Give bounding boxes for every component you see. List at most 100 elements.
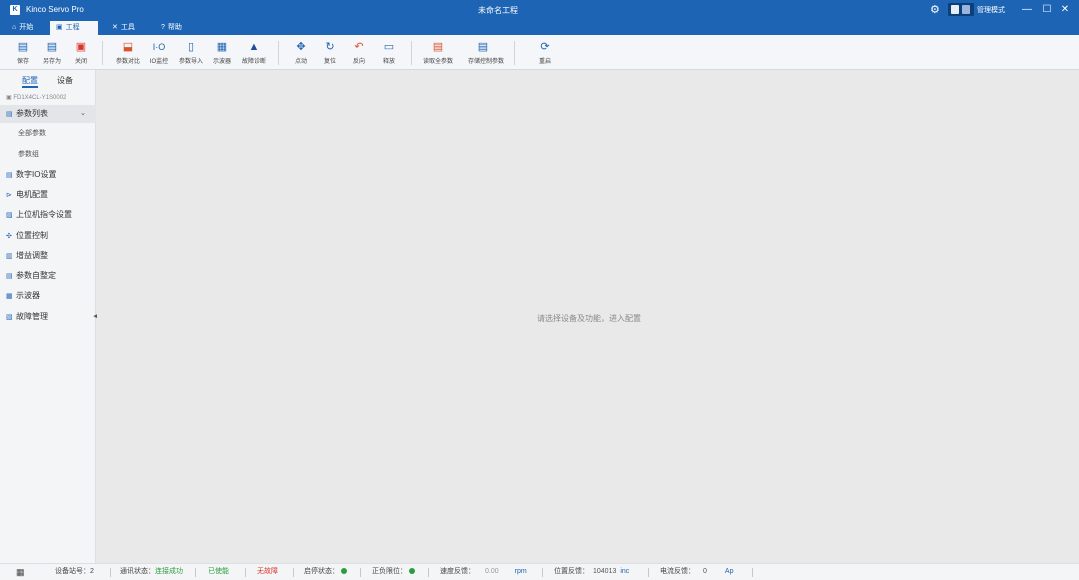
release-button[interactable]: ▭ 释放	[374, 40, 404, 65]
connection-value: 连接成功	[155, 568, 183, 575]
tab-project[interactable]: ▣ 工程	[50, 21, 98, 35]
settings-gear-icon[interactable]: ⚙	[930, 3, 940, 17]
current-unit: Ap	[724, 568, 734, 575]
close-project-button[interactable]: ▣ 关闭	[66, 40, 96, 65]
toolbar-divider	[102, 41, 103, 65]
sidebar-subitem-all-params[interactable]: 全部参数	[0, 125, 96, 143]
close-window-button[interactable]: ✕	[1058, 3, 1072, 17]
sidebar-item-label: 上位机指令设置	[16, 210, 72, 219]
param-compare-label: 参数对比	[115, 59, 140, 65]
io-settings-icon: ▤	[6, 172, 13, 179]
save-button[interactable]: ▤ 保存	[8, 40, 38, 65]
speed-value: 0.00	[485, 568, 499, 575]
release-icon: ▭	[383, 41, 395, 53]
io-monitor-button[interactable]: I·O IO监控	[144, 40, 174, 65]
limit-label: 正负限位：	[372, 568, 407, 575]
device-node[interactable]: ▣ FD1X4CL-Y1S0002	[6, 94, 66, 101]
maximize-button[interactable]: ☐	[1040, 3, 1054, 17]
project-icon: ▣	[56, 24, 63, 31]
title-bar: K Kinco Servo Pro 未命名工程 ⚙ 管理模式 — ☐ ✕	[0, 0, 1079, 20]
motor-icon: ⊳	[6, 192, 12, 199]
param-import-label: 参数导入	[178, 59, 203, 65]
restart-button[interactable]: ⟳ 重启	[530, 40, 560, 65]
run-status: 启停状态：	[304, 564, 347, 580]
warning-icon: ▲	[248, 41, 260, 53]
toolbar-divider	[278, 41, 279, 65]
sidebar-item-label: 参数列表	[16, 109, 48, 118]
document-title: 未命名工程	[478, 6, 518, 15]
position-unit: inc	[620, 568, 630, 575]
sidebar-item-digital-io[interactable]: ▤ 数字IO设置	[0, 166, 96, 184]
fault-icon: ▧	[6, 314, 13, 321]
tab-device[interactable]: 设备	[57, 75, 73, 86]
device-number-value: 2	[90, 568, 94, 575]
list-icon: ▤	[6, 111, 13, 118]
status-divider	[752, 568, 753, 577]
sidebar-item-fault-management[interactable]: ▧ 故障管理	[0, 308, 96, 326]
param-import-button[interactable]: ▯ 参数导入	[176, 40, 206, 65]
store-params-icon: ▤	[477, 41, 489, 53]
device-number-label: 设备站号：	[55, 568, 90, 575]
io-monitor-label: IO监控	[149, 59, 169, 65]
chevron-down-icon: ⌄	[80, 110, 86, 117]
jog-button[interactable]: ✥ 点动	[286, 40, 316, 65]
status-divider	[360, 568, 361, 577]
enabled-status: 已使能	[208, 568, 229, 575]
store-params-button[interactable]: ▤ 存储控制参数	[468, 40, 505, 65]
minimize-button[interactable]: —	[1020, 3, 1034, 17]
sidebar-item-label: 故障管理	[16, 312, 48, 321]
param-compare-button[interactable]: ⬓ 参数对比	[113, 40, 143, 65]
ribbon-toolbar: ▤ 保存 ▤ 另存为 ▣ 关闭 ⬓ 参数对比 I·O IO监控 ▯ 参数导入 ▦ 示波器 ▲ 故…	[0, 35, 1079, 70]
tab-help[interactable]: ? 帮助	[155, 21, 188, 35]
oscilloscope-icon: ▦	[6, 293, 13, 300]
sidebar-item-label: 位置控制	[16, 231, 48, 240]
save-as-button[interactable]: ▤ 另存为	[37, 40, 67, 65]
device-model: FD1X4CL-Y1S0002	[13, 95, 67, 101]
sidebar-item-oscilloscope[interactable]: ▦ 示波器	[0, 287, 96, 305]
read-params-button[interactable]: ▤ 读取全参数	[423, 40, 453, 65]
sidebar-item-param-list[interactable]: ▤ 参数列表 ⌄	[0, 105, 96, 123]
save-icon: ▤	[17, 41, 29, 53]
tools-icon: ✕	[112, 24, 118, 31]
tab-tools[interactable]: ✕ 工具	[106, 21, 141, 35]
tab-config[interactable]: 配置	[22, 75, 38, 86]
command-icon: ▨	[6, 212, 13, 219]
sidebar-item-auto-tune[interactable]: ▤ 参数自整定	[0, 267, 96, 285]
home-icon: ⌂	[12, 24, 17, 31]
release-label: 释放	[382, 59, 395, 65]
close-doc-icon: ▣	[75, 41, 87, 53]
compare-icon: ⬓	[122, 41, 134, 53]
device-status-icon: ▦	[16, 567, 25, 577]
current-feedback: 电流反馈： 0 Ap	[660, 564, 733, 580]
sidebar-item-motor-config[interactable]: ⊳ 电机配置	[0, 186, 96, 204]
user-mode-toggle[interactable]	[948, 3, 974, 16]
oscilloscope-button[interactable]: ▦ 示波器	[207, 40, 237, 65]
reset-button[interactable]: ↻ 复位	[315, 40, 345, 65]
sidebar-item-host-command[interactable]: ▨ 上位机指令设置	[0, 206, 96, 224]
app-logo-icon: K	[10, 5, 20, 15]
store-params-label: 存储控制参数	[468, 59, 505, 65]
status-divider	[648, 568, 649, 577]
sidebar-item-gain-tuning[interactable]: ▥ 增益调整	[0, 247, 96, 265]
tab-label: 工程	[65, 24, 80, 31]
connection-status: 通讯状态：连接成功	[120, 564, 183, 580]
jog-label: 点动	[294, 59, 307, 65]
tab-start[interactable]: ⌂ 开始	[6, 21, 39, 35]
fault-diag-button[interactable]: ▲ 故障诊断	[239, 40, 269, 65]
sidebar-item-label: 电机配置	[16, 190, 48, 199]
status-bar: ▦ 设备站号：2 通讯状态：连接成功 已使能 无故障 启停状态： 正负限位： 速…	[0, 563, 1079, 580]
tab-underline	[22, 86, 38, 88]
reverse-icon: ↶	[354, 41, 364, 53]
position-feedback: 位置反馈： 104013 inc	[554, 564, 629, 580]
sidebar-item-position-control[interactable]: ✣ 位置控制	[0, 227, 96, 245]
fault-diag-label: 故障诊断	[241, 59, 266, 65]
reverse-label: 反向	[352, 59, 365, 65]
run-status-label: 启停状态：	[304, 568, 339, 575]
status-divider	[293, 568, 294, 577]
fault-status: 无故障	[257, 568, 278, 575]
restart-icon: ⟳	[540, 41, 550, 53]
reverse-button[interactable]: ↶ 反向	[344, 40, 374, 65]
sidebar-subitem-param-group[interactable]: 参数组	[0, 146, 96, 164]
sidebar-item-label: 增益调整	[16, 251, 48, 260]
save-as-icon: ▤	[46, 41, 58, 53]
